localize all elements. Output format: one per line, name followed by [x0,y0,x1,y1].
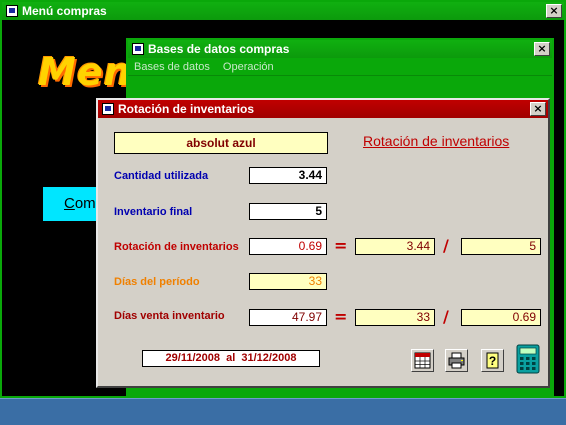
calendar-icon [414,352,431,369]
help-button[interactable]: ? [481,349,504,372]
main-title: Menú compras [22,4,107,18]
rotacion-label: Rotación de inventarios [114,241,239,253]
main-titlebar: Menú compras × [2,2,564,20]
close-icon[interactable]: × [530,102,546,116]
menu-bases-de-datos[interactable]: Bases de datos [134,58,210,76]
dv-denominator: 0.69 [461,309,541,326]
svg-text:?: ? [489,354,496,368]
dias-periodo-field: 33 [249,273,327,290]
close-icon[interactable]: × [546,4,562,18]
db-menubar: Bases de datos Operación [128,58,552,76]
dias-venta-label: Días venta inventario [114,310,225,322]
db-titlebar: Bases de datos compras × [128,40,552,58]
app-icon [132,43,144,55]
rot-numerator: 3.44 [355,238,435,255]
menu-operacion[interactable]: Operación [223,58,274,76]
app-icon [6,5,18,17]
cantidad-label: Cantidad utilizada [114,170,209,182]
inv-final-field[interactable]: 5 [249,203,327,220]
inv-final-label: Inventario final [114,206,193,218]
product-name: absolut azul [114,132,328,154]
rot-title: Rotación de inventarios [118,102,255,116]
calculator-button[interactable] [516,344,540,374]
bottom-bar [0,398,566,425]
app-icon [102,103,114,115]
divide-sign: / [443,236,449,255]
date-range: 29/11/2008 al 31/12/2008 [142,350,320,367]
dv-numerator: 33 [355,309,435,326]
help-icon: ? [486,352,499,369]
calculator-icon [516,344,540,374]
printer-icon [448,352,465,369]
db-title: Bases de datos compras [148,42,290,56]
dias-venta-field: 47.97 [249,309,327,326]
rotacion-window: Rotación de inventarios × absolut azul R… [96,98,550,388]
equals-sign: = [334,307,348,326]
cantidad-field[interactable]: 3.44 [249,167,327,184]
dias-periodo-label: Días del período [114,276,200,288]
rotacion-field: 0.69 [249,238,327,255]
close-icon[interactable]: × [534,42,550,56]
rot-titlebar: Rotación de inventarios × [98,100,548,118]
rot-denominator: 5 [461,238,541,255]
section-heading: Rotación de inventarios [363,133,510,149]
equals-sign: = [334,236,348,255]
calendar-button[interactable] [411,349,434,372]
print-button[interactable] [445,349,468,372]
divide-sign: / [443,307,449,326]
